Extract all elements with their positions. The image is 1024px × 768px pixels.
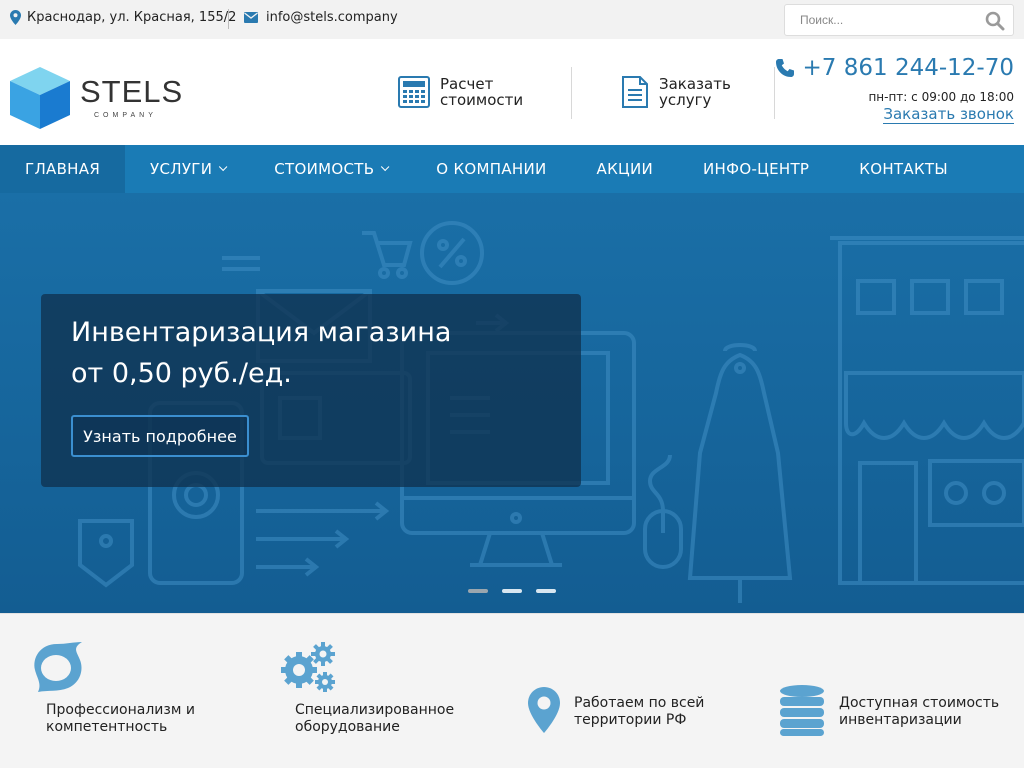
nav-item-home[interactable]: ГЛАВНАЯ (0, 145, 126, 193)
order-service-link[interactable]: Заказать услугу (621, 76, 731, 108)
features-strip: Профессионализм и компетентность Специал… (0, 613, 1024, 768)
feature-line: Доступная стоимость (839, 695, 1000, 711)
feature-price: Доступная стоимость инвентаризации (839, 695, 999, 729)
logo-name: STELS (80, 74, 184, 109)
chevron-down-icon (219, 162, 228, 172)
address: Краснодар, ул. Красная, 155/2 (10, 10, 236, 25)
nav-label: УСЛУГИ (150, 160, 213, 178)
main-nav: ГЛАВНАЯ УСЛУГИ СТОИМОСТЬ О КОМПАНИИ АКЦИ… (0, 145, 1024, 193)
order-service-line2: услугу (659, 91, 712, 109)
slide-title-line1: Инвентаризация магазина (71, 317, 452, 348)
callback-link[interactable]: Заказать звонок (883, 105, 1014, 124)
email-link[interactable]: info@stels.company (266, 10, 398, 25)
calc-cost-link[interactable]: Расчет стоимости (398, 76, 523, 108)
coins-stack-icon (780, 685, 824, 736)
logo[interactable]: STELS COMPANY (10, 67, 184, 129)
feature-line: инвентаризации (839, 712, 962, 728)
feature-line: территории РФ (574, 712, 687, 728)
nav-item-services[interactable]: УСЛУГИ (125, 145, 249, 193)
nav-item-pricing[interactable]: СТОИМОСТЬ (249, 145, 411, 193)
order-service-label: Заказать услугу (659, 76, 731, 108)
top-bar: Краснодар, ул. Красная, 155/2 info@stels… (0, 0, 1024, 39)
calculator-icon (398, 76, 430, 108)
chevron-down-icon (381, 162, 390, 172)
nav-label: ИНФО-ЦЕНТР (703, 160, 810, 178)
calc-cost-label: Расчет стоимости (440, 76, 523, 108)
slider-dot-1[interactable] (468, 589, 488, 593)
feature-line: компетентность (46, 719, 168, 735)
envelope-icon (244, 12, 258, 23)
nav-label: АКЦИИ (596, 160, 654, 178)
slider-dot-3[interactable] (536, 589, 556, 593)
nav-label: СТОИМОСТЬ (274, 160, 375, 178)
nav-item-promo[interactable]: АКЦИИ (572, 145, 679, 193)
feature-professionalism: Профессионализм и компетентность (46, 702, 195, 736)
feature-coverage: Работаем по всей территории РФ (574, 695, 704, 729)
feature-equipment: Специализированное оборудование (295, 702, 454, 736)
document-icon (622, 76, 648, 108)
logo-sub: COMPANY (94, 112, 157, 119)
search-icon[interactable] (985, 11, 1005, 31)
slide-title: Инвентаризация магазина от 0,50 руб./ед. (71, 312, 451, 394)
calc-cost-line1: Расчет (440, 75, 494, 93)
swirl-icon (34, 642, 82, 692)
map-pin-icon (528, 687, 560, 733)
phone[interactable]: +7 861 244-12-70 (775, 55, 1014, 81)
feature-line: оборудование (295, 719, 400, 735)
slide-title-line2: от 0,50 руб./ед. (71, 358, 292, 389)
order-service-line1: Заказать (659, 75, 731, 93)
nav-label: О КОМПАНИИ (436, 160, 547, 178)
phone-number[interactable]: +7 861 244-12-70 (803, 55, 1014, 81)
slider-dot-2[interactable] (502, 589, 522, 593)
gears-icon (281, 642, 335, 692)
address-text: Краснодар, ул. Красная, 155/2 (27, 10, 237, 25)
cube-logo-icon (10, 67, 70, 129)
header: STELS COMPANY Расчет стоимости Заказать … (0, 39, 1024, 145)
learn-more-button[interactable]: Узнать подробнее (71, 415, 249, 457)
hero-slider: Инвентаризация магазина от 0,50 руб./ед.… (0, 193, 1024, 613)
nav-label: КОНТАКТЫ (859, 160, 948, 178)
nav-item-contacts[interactable]: КОНТАКТЫ (834, 145, 973, 193)
nav-item-info-center[interactable]: ИНФО-ЦЕНТР (678, 145, 834, 193)
email[interactable]: info@stels.company (244, 10, 398, 25)
nav-item-about[interactable]: О КОМПАНИИ (411, 145, 571, 193)
work-hours: пн-пт: с 09:00 до 18:00 (868, 90, 1014, 104)
feature-line: Работаем по всей (574, 695, 705, 711)
slide-caption: Инвентаризация магазина от 0,50 руб./ед.… (41, 294, 581, 487)
phone-icon (775, 59, 794, 77)
nav-label: ГЛАВНАЯ (25, 160, 101, 178)
header-divider (571, 67, 572, 119)
calc-cost-line2: стоимости (440, 91, 524, 109)
slider-dots (468, 589, 556, 593)
search-box (784, 4, 1014, 36)
feature-line: Специализированное (295, 702, 455, 718)
map-pin-icon (10, 10, 21, 25)
search-input[interactable] (785, 5, 975, 35)
topbar-divider (228, 9, 229, 29)
feature-line: Профессионализм и (46, 702, 195, 718)
